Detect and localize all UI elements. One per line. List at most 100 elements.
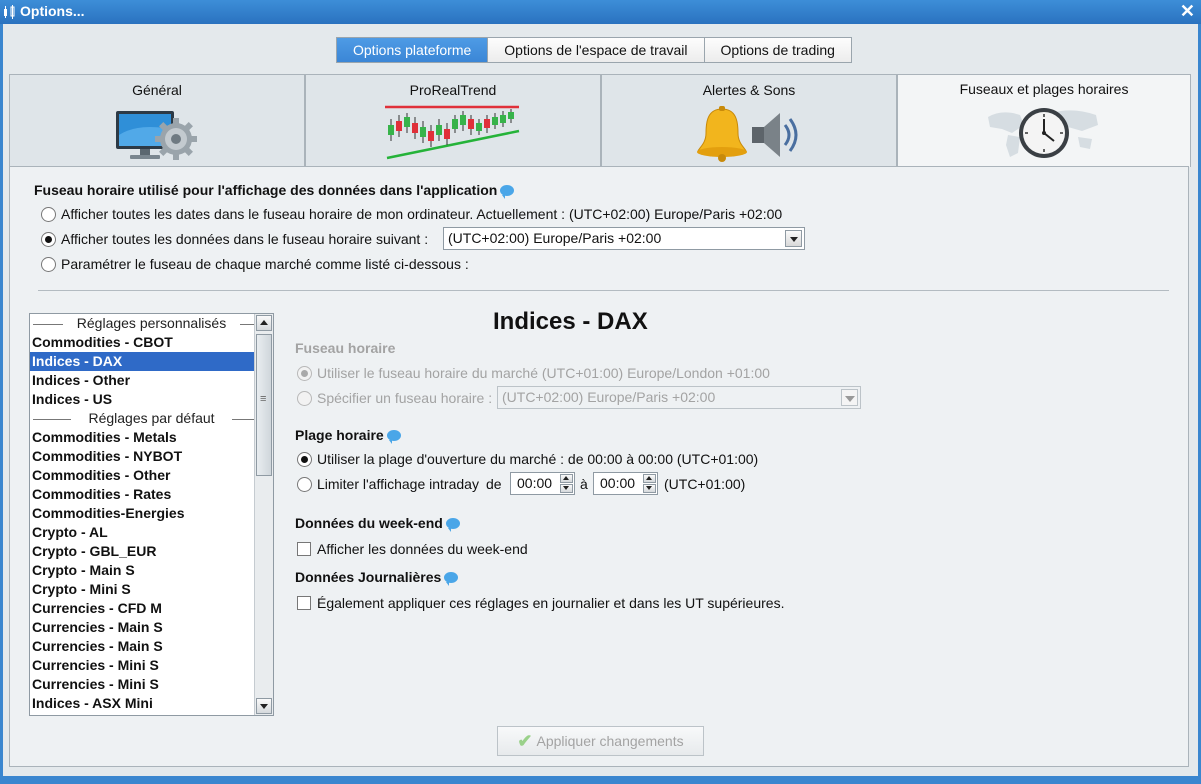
radio-market-range-label: Utiliser la plage d'ouverture du marché … bbox=[317, 451, 759, 467]
list-item[interactable]: Currencies - Mini S bbox=[30, 675, 254, 694]
range-to-value: 00:00 bbox=[600, 475, 636, 491]
scroll-thumb[interactable] bbox=[256, 334, 272, 476]
help-bubble-icon[interactable] bbox=[444, 572, 459, 586]
tab-fuseaux-label: Fuseaux et plages horaires bbox=[959, 81, 1129, 97]
radio-limit-intraday[interactable] bbox=[297, 476, 312, 492]
tab-options-espace-travail[interactable]: Options de l'espace de travail bbox=[488, 38, 705, 62]
section-divider bbox=[38, 290, 1169, 291]
radio-row-per-market-tz[interactable]: Paramétrer le fuseau de chaque marché co… bbox=[41, 256, 469, 272]
help-bubble-icon[interactable] bbox=[500, 185, 515, 199]
weekend-checkbox[interactable] bbox=[297, 542, 311, 556]
radio-specify-tz-label: Spécifier un fuseau horaire : bbox=[317, 390, 493, 406]
bell-speaker-icon bbox=[697, 106, 798, 162]
specify-tz-select-value: (UTC+02:00) Europe/Paris +02:00 bbox=[502, 389, 716, 405]
app-icon bbox=[4, 5, 15, 19]
radio-market-tz bbox=[297, 365, 312, 381]
tab-general[interactable]: Général bbox=[9, 74, 305, 166]
list-item[interactable]: Crypto - Main S bbox=[30, 561, 254, 580]
daily-section-title-text: Données Journalières bbox=[295, 569, 442, 585]
world-clock-icon bbox=[988, 108, 1098, 158]
tab-alertes-sons[interactable]: Alertes & Sons bbox=[601, 74, 897, 166]
list-item[interactable]: Commodities - NYBOT bbox=[30, 447, 254, 466]
daily-section-title: Données Journalières bbox=[295, 569, 459, 586]
spin-up-icon[interactable] bbox=[643, 474, 656, 483]
checkmark-icon: ✔ bbox=[517, 730, 533, 751]
apply-changes-button[interactable]: ✔ Appliquer changements bbox=[497, 726, 704, 756]
range-from-label: de bbox=[485, 476, 502, 492]
help-bubble-icon[interactable] bbox=[445, 518, 460, 532]
computer-settings-icon bbox=[116, 111, 197, 160]
radio-market-range[interactable] bbox=[297, 451, 312, 467]
timezone-select[interactable]: (UTC+02:00) Europe/Paris +02:00 bbox=[443, 227, 805, 250]
spin-down-icon[interactable] bbox=[560, 484, 573, 493]
list-item[interactable]: Crypto - AL bbox=[30, 523, 254, 542]
list-item[interactable]: Currencies - CFD M bbox=[30, 599, 254, 618]
range-timezone: (UTC+01:00) bbox=[664, 476, 746, 492]
tab-general-label: Général bbox=[132, 82, 182, 98]
market-list[interactable]: Réglages personnalisés Commodities - CBO… bbox=[29, 313, 274, 716]
radio-row-computer-tz[interactable]: Afficher toutes les dates dans le fuseau… bbox=[41, 206, 782, 222]
radio-row-following-tz[interactable]: Afficher toutes les données dans le fuse… bbox=[41, 231, 428, 247]
list-item[interactable]: Commodities - Metals bbox=[30, 428, 254, 447]
spin-down-icon[interactable] bbox=[643, 484, 656, 493]
tab-alertes-sons-label: Alertes & Sons bbox=[702, 82, 796, 98]
list-item[interactable]: Indices - US bbox=[30, 390, 254, 409]
radio-following-tz[interactable] bbox=[41, 231, 56, 247]
radio-specify-tz bbox=[297, 390, 312, 406]
tab-prorealtrend[interactable]: ProRealTrend bbox=[305, 74, 601, 166]
list-item[interactable]: Indices - Other bbox=[30, 371, 254, 390]
list-item[interactable]: Crypto - Mini S bbox=[30, 580, 254, 599]
chevron-down-icon bbox=[841, 389, 858, 406]
list-scrollbar[interactable] bbox=[254, 314, 273, 715]
radio-per-market-tz[interactable] bbox=[41, 256, 56, 272]
tab-options-plateforme[interactable]: Options plateforme bbox=[337, 38, 489, 62]
list-item[interactable]: Commodities - Rates bbox=[30, 485, 254, 504]
range-from-spin[interactable] bbox=[560, 474, 573, 493]
radio-per-market-tz-label: Paramétrer le fuseau de chaque marché co… bbox=[61, 256, 469, 272]
scroll-up-icon[interactable] bbox=[256, 315, 272, 331]
apply-changes-label: Appliquer changements bbox=[536, 733, 684, 749]
range-section-title: Plage horaire bbox=[295, 427, 401, 444]
list-group-header-default: Réglages par défaut bbox=[30, 410, 273, 428]
window-bottom-border bbox=[0, 776, 1201, 784]
close-icon[interactable]: ✕ bbox=[1180, 1, 1195, 22]
spin-up-icon[interactable] bbox=[560, 474, 573, 483]
radio-row-specify-tz: Spécifier un fuseau horaire : bbox=[297, 390, 492, 406]
radio-row-limit-intraday[interactable]: Limiter l'affichage intraday de bbox=[297, 476, 502, 492]
list-item[interactable]: Commodities - CBOT bbox=[30, 333, 254, 352]
daily-check-row[interactable]: Également appliquer ces réglages en jour… bbox=[297, 595, 784, 611]
trend-chart-icon bbox=[385, 105, 520, 160]
range-section-title-text: Plage horaire bbox=[295, 427, 384, 443]
weekend-checkbox-label: Afficher les données du week-end bbox=[317, 541, 528, 557]
radio-computer-tz-label: Afficher toutes les dates dans le fuseau… bbox=[61, 206, 783, 222]
scroll-down-icon[interactable] bbox=[256, 698, 272, 714]
tab-fuseaux-plages[interactable]: Fuseaux et plages horaires bbox=[897, 74, 1191, 167]
timezone-section-title-text: Fuseau horaire utilisé pour l'affichage … bbox=[34, 182, 498, 198]
radio-row-market-range[interactable]: Utiliser la plage d'ouverture du marché … bbox=[297, 451, 758, 467]
range-to-spin[interactable] bbox=[643, 474, 656, 493]
radio-computer-tz[interactable] bbox=[41, 206, 56, 222]
list-group-header-custom: Réglages personnalisés bbox=[30, 315, 273, 333]
radio-market-tz-label: Utiliser le fuseau horaire du marché (UT… bbox=[317, 365, 770, 381]
timezone-section-title: Fuseau horaire utilisé pour l'affichage … bbox=[34, 182, 515, 199]
help-bubble-icon[interactable] bbox=[386, 430, 401, 444]
chevron-down-icon[interactable] bbox=[785, 230, 802, 247]
list-item[interactable]: Currencies - Main S bbox=[30, 637, 254, 656]
range-from-stepper[interactable]: 00:00 bbox=[510, 472, 575, 495]
window-title: Options... bbox=[20, 3, 85, 19]
list-item[interactable]: Currencies - Main S bbox=[30, 618, 254, 637]
detail-tz-title: Fuseau horaire bbox=[295, 340, 396, 356]
list-item[interactable]: Commodities-Energies bbox=[30, 504, 254, 523]
radio-following-tz-label: Afficher toutes les données dans le fuse… bbox=[61, 231, 429, 247]
range-to-stepper[interactable]: 00:00 bbox=[593, 472, 658, 495]
tab-options-trading[interactable]: Options de trading bbox=[704, 38, 851, 62]
weekend-check-row[interactable]: Afficher les données du week-end bbox=[297, 541, 528, 557]
daily-checkbox[interactable] bbox=[297, 596, 311, 610]
list-item[interactable]: Crypto - GBL_EUR bbox=[30, 542, 254, 561]
list-item[interactable]: Currencies - Mini S bbox=[30, 656, 254, 675]
specify-tz-select: (UTC+02:00) Europe/Paris +02:00 bbox=[497, 386, 861, 409]
list-item[interactable]: Indices - ASX Mini bbox=[30, 694, 254, 713]
list-item-selected[interactable]: Indices - DAX bbox=[30, 352, 254, 371]
range-to-label: à bbox=[580, 476, 588, 492]
list-item[interactable]: Commodities - Other bbox=[30, 466, 254, 485]
